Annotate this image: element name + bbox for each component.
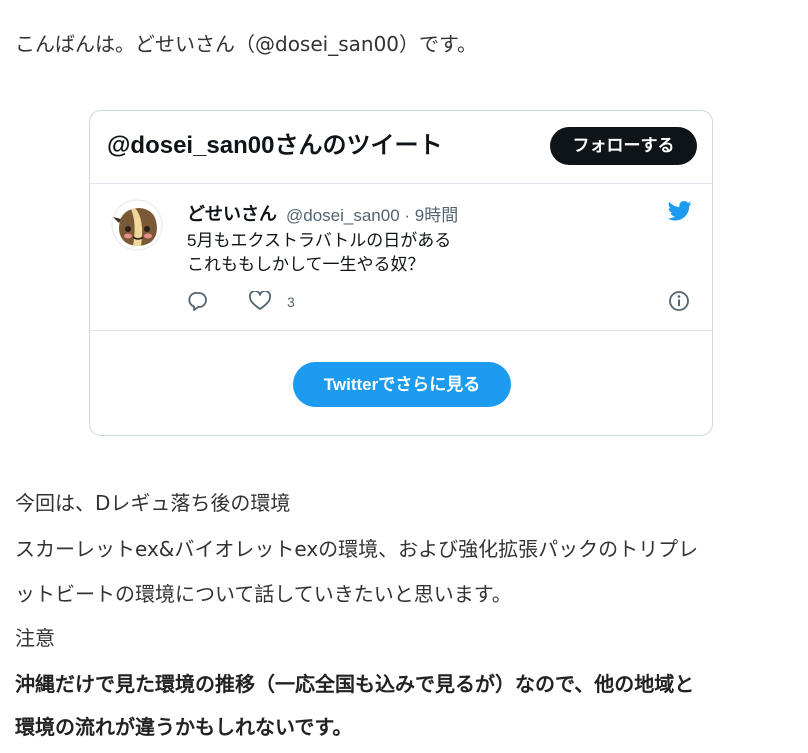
heart-icon[interactable] xyxy=(249,291,271,311)
body-line: ットビートの環境について話していきたいと思います。 xyxy=(15,582,512,606)
avatar[interactable] xyxy=(111,199,163,251)
tweet-actions: 3 xyxy=(90,287,712,317)
twitter-embed-card: @dosei_san00さんのツイート フォローする どせいさん @dosei_… xyxy=(89,110,713,436)
tweet-text: 5月もエクストラバトルの日がある これももしかして一生やる奴？ xyxy=(187,229,451,277)
body-line: スカーレットex&バイオレットexの環境、および強化拡張パックのトリプレ xyxy=(15,537,699,561)
notice-heading: 注意 xyxy=(15,626,55,650)
author-meta[interactable]: @dosei_san00 · 9時間 xyxy=(286,201,458,226)
intro-text: こんばんは。どせいさん（@dosei_san00）です。 xyxy=(15,32,478,56)
tweet[interactable]: どせいさん @dosei_san00 · 9時間 5月もエクストラバトルの日があ… xyxy=(90,183,712,331)
reply-icon[interactable] xyxy=(186,290,208,312)
body-line: 今回は、Dレギュ落ち後の環境 xyxy=(15,491,291,515)
notice-text: 沖縄だけで見た環境の推移（一応全国も込みで見るが）なので、他の地域と xyxy=(15,672,695,696)
embed-title: @dosei_san00さんのツイート xyxy=(107,132,443,159)
embed-header: @dosei_san00さんのツイート フォローする xyxy=(90,111,712,184)
see-more-on-twitter-button[interactable]: Twitterでさらに見る xyxy=(293,362,511,407)
author-name[interactable]: どせいさん xyxy=(187,200,277,226)
follow-button[interactable]: フォローする xyxy=(550,127,697,165)
tweet-line: これももしかして一生やる奴？ xyxy=(187,255,425,274)
twitter-bird-icon[interactable] xyxy=(668,201,692,221)
like-count: 3 xyxy=(287,294,295,310)
info-icon[interactable] xyxy=(668,290,690,312)
tweet-line: 5月もエクストラバトルの日がある xyxy=(187,231,452,250)
notice-text: 環境の流れが違うかもしれないです。 xyxy=(15,715,353,739)
